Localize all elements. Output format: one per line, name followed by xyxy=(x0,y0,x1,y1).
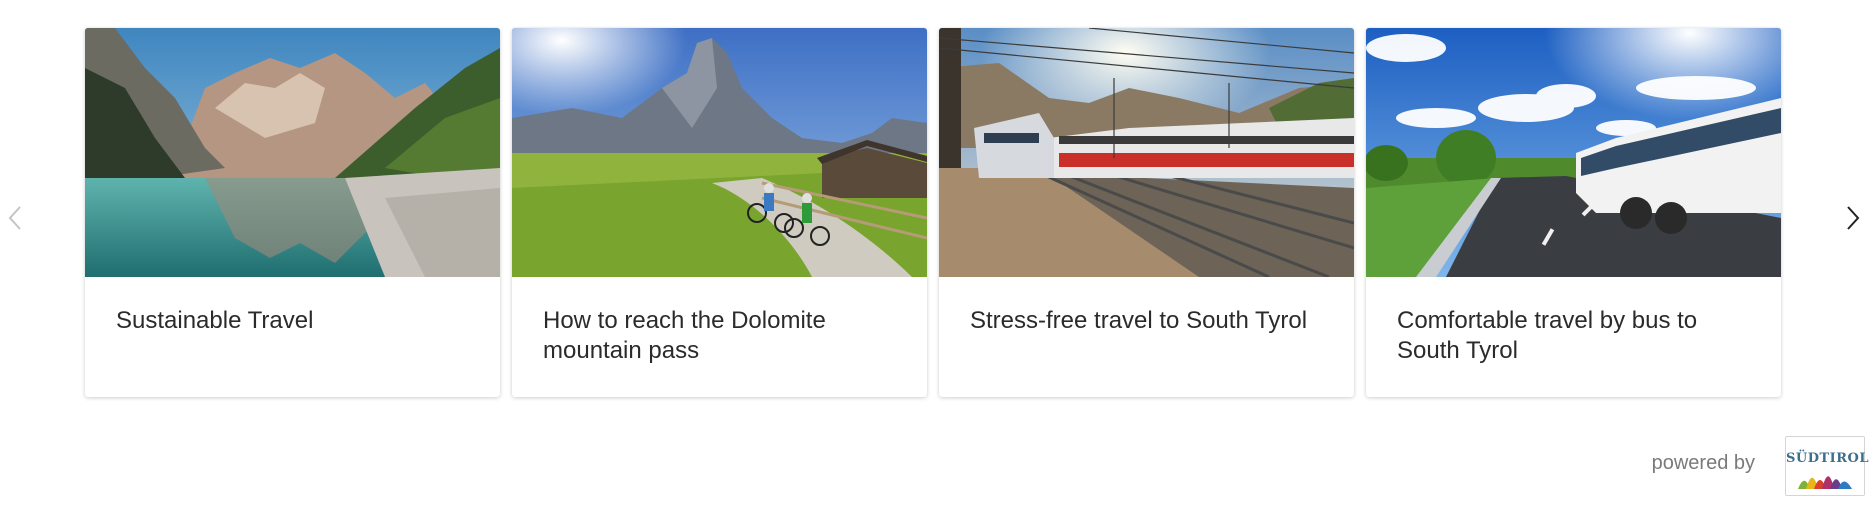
powered-by-footer: powered by SÜDTIROL xyxy=(0,430,1873,519)
article-carousel: Sustainable Travel How to reach the Dolo… xyxy=(0,0,1873,420)
card-title: Stress-free travel to South Tyrol xyxy=(970,307,1308,334)
chevron-left-icon xyxy=(8,206,21,230)
suedtirol-logo[interactable]: SÜDTIROL xyxy=(1785,436,1870,496)
card-image-trains-station xyxy=(939,28,1354,277)
card-image-cyclists-meadow xyxy=(512,28,927,277)
article-card-dolomite-pass[interactable]: How to reach the Dolomite mountain pass xyxy=(512,28,927,397)
card-image-alpine-lake xyxy=(85,28,500,277)
card-image-bus-road xyxy=(1366,28,1781,277)
article-card-bus-travel[interactable]: Comfortable travel by bus to South Tyrol xyxy=(1366,28,1781,397)
card-title: Comfortable travel by bus to South Tyrol xyxy=(1397,307,1698,364)
card-title: How to reach the Dolomite mountain pass xyxy=(543,307,826,364)
article-card-train-travel[interactable]: Stress-free travel to South Tyrol xyxy=(939,28,1354,397)
chevron-right-icon xyxy=(1847,206,1860,230)
logo-wordmark: SÜDTIROL xyxy=(1786,451,1870,466)
mountain-logo-icon xyxy=(1798,476,1852,489)
card-title: Sustainable Travel xyxy=(116,307,314,334)
carousel-next-button[interactable] xyxy=(1838,203,1868,233)
powered-by-label: powered by xyxy=(1651,452,1755,474)
carousel-prev-button[interactable] xyxy=(0,203,30,233)
article-card-sustainable-travel[interactable]: Sustainable Travel xyxy=(85,28,500,397)
